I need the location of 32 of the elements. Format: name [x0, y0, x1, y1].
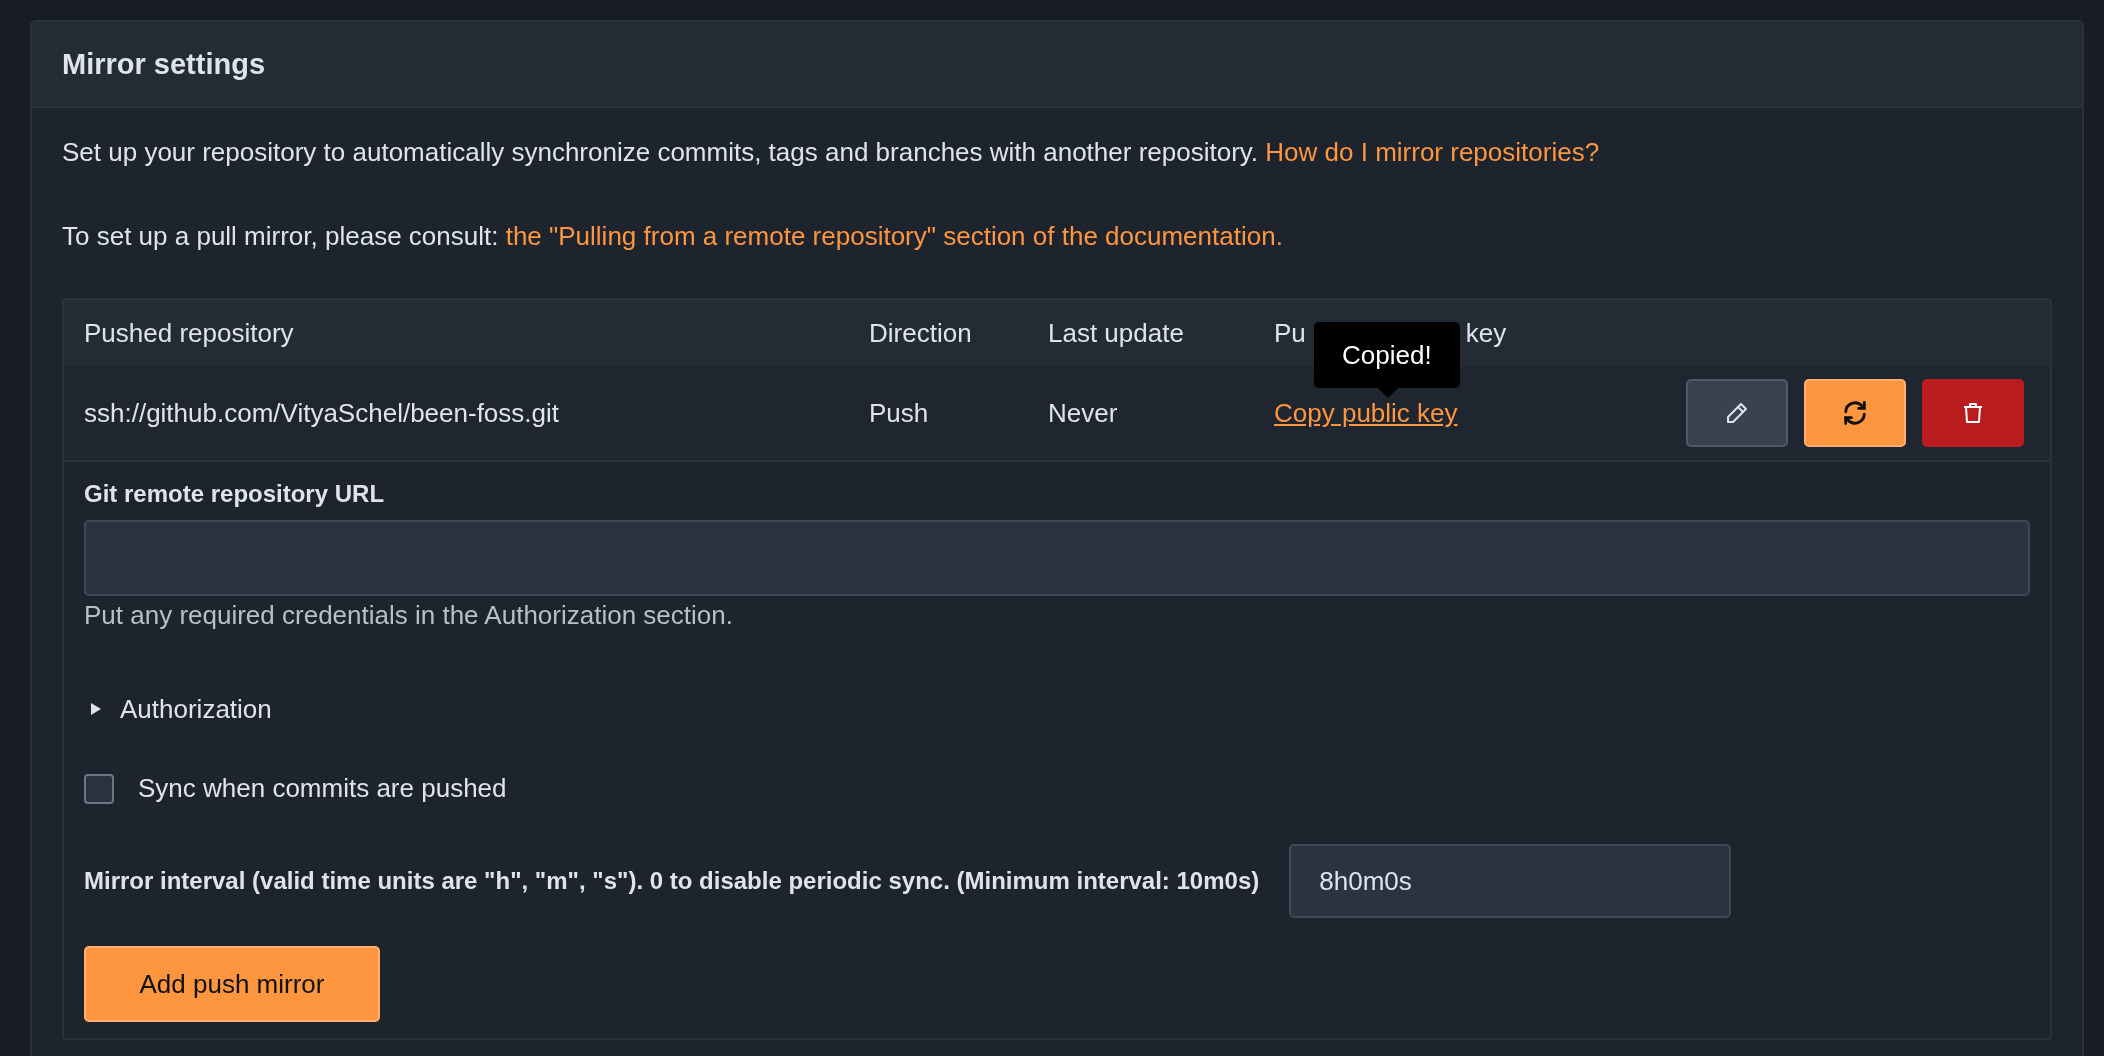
- column-header: Direction: [869, 317, 972, 349]
- column-header: Last update: [1048, 317, 1184, 349]
- column-header: key: [1465, 317, 1507, 349]
- interval-input[interactable]: 8h0m0s: [1289, 844, 1732, 918]
- authorization-toggle[interactable]: Authorization: [90, 689, 2030, 729]
- tooltip: Copied!: [1314, 321, 1460, 388]
- copy-key-link[interactable]: Copy public key: [1274, 397, 1458, 429]
- field-hint: Put any required credentials in the Authorization section.: [84, 600, 734, 631]
- tooltip-arrow: [1378, 387, 1398, 398]
- sync-button[interactable]: [1804, 379, 1906, 447]
- authorization-label: Authorization: [120, 693, 272, 725]
- last-update-text: Never: [1048, 397, 1118, 429]
- pull-mirror-note: To set up a pull mirror, please consult: the "Pulling from a remote repository" section of the documentation.: [62, 220, 1284, 253]
- help-link[interactable]: How do I mirror repositories?: [1265, 137, 1600, 167]
- intro-text: Set up your repository to automatically synchronize commits, tags and branches with another repository. How do I mirror repositories?: [62, 136, 1601, 169]
- add-push-mirror-button[interactable]: Add push mirror: [84, 946, 380, 1022]
- checkbox-label: Sync when commits are pushed: [138, 773, 507, 804]
- field-label: Git remote repository URL: [84, 480, 386, 508]
- repository-url: ssh://github.com/VityaSchel/been-foss.git: [84, 397, 559, 429]
- direction-text: Push: [869, 397, 929, 429]
- pencil-icon: [1725, 401, 1749, 425]
- field-label: Mirror interval (valid time units are "h", "m", "s"). 0 to disable periodic sync. (Minimum interval: 10m0s): [84, 867, 1260, 895]
- checkbox[interactable]: [84, 773, 114, 804]
- trash-icon: [1961, 401, 1985, 425]
- panel-title: Mirror settings: [62, 47, 266, 81]
- column-header: Pushed repository: [84, 317, 294, 349]
- sync-icon: [1841, 399, 1869, 427]
- url-input[interactable]: [84, 520, 2030, 596]
- documentation-link[interactable]: the "Pulling from a remote repository" section of the documentation.: [505, 221, 1283, 251]
- delete-button[interactable]: [1922, 379, 2024, 447]
- edit-button[interactable]: [1686, 379, 1788, 447]
- column-header: Pu: [1274, 317, 1306, 349]
